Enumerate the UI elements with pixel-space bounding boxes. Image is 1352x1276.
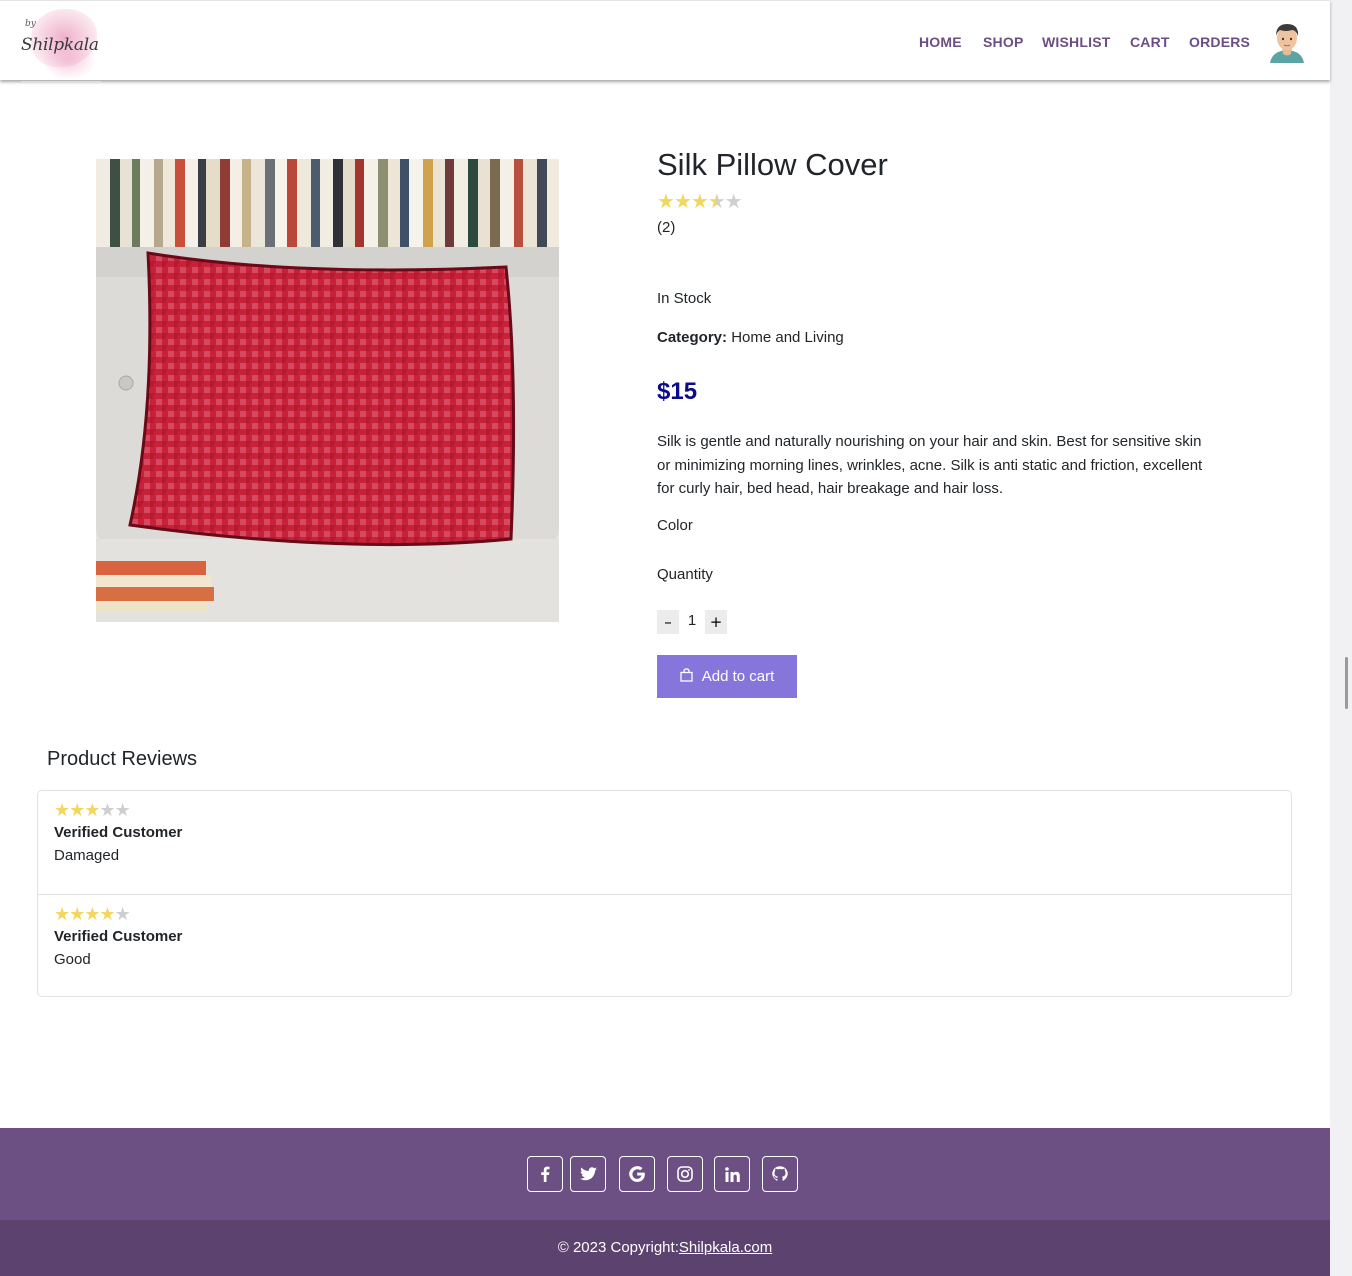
review-item: ★★★★★ Verified Customer Damaged <box>38 791 1291 894</box>
navbar: by Shilpkala HOME SHOP WISHLIST CART ORD… <box>0 0 1330 82</box>
footer-social-bar <box>0 1128 1330 1220</box>
review-item: ★★★★★ Verified Customer Good <box>38 894 1291 997</box>
star-icon: ★ <box>69 800 85 820</box>
star-icon: ★ <box>657 191 675 213</box>
rating-count: (2) <box>657 219 676 236</box>
category-value: Home and Living <box>731 329 844 346</box>
color-label: Color <box>657 517 693 534</box>
brand-logo[interactable]: by Shilpkala <box>21 5 101 82</box>
review-author: Verified Customer <box>54 824 183 841</box>
empty-star-icon: ★ <box>99 800 115 820</box>
product-description: Silk is gentle and naturally nourishing … <box>657 433 1203 497</box>
product-title: Silk Pillow Cover <box>657 147 888 182</box>
reviews-heading: Product Reviews <box>47 748 198 770</box>
page-scrollbar[interactable] <box>1330 0 1352 1276</box>
quantity-increment-button[interactable]: + <box>705 610 727 634</box>
nav-shop-link[interactable]: SHOP <box>983 34 1023 50</box>
google-icon[interactable] <box>619 1156 655 1192</box>
logo-divider <box>21 81 101 82</box>
add-to-cart-label: Add to cart <box>701 668 775 685</box>
product-price: $15 <box>657 378 698 405</box>
review-rating-stars: ★★★★★ <box>54 905 1275 923</box>
linkedin-icon[interactable] <box>714 1156 750 1192</box>
star-icon: ★ <box>673 191 692 213</box>
star-icon: ★ <box>84 904 100 924</box>
star-icon: ★ <box>54 800 70 820</box>
product-category: Category: Home and Living <box>657 329 844 346</box>
quantity-label: Quantity <box>657 566 713 583</box>
empty-star-icon: ★ <box>724 191 743 213</box>
scrollbar-thumb[interactable] <box>1345 657 1348 709</box>
add-to-cart-button[interactable]: Add to cart <box>657 655 797 698</box>
nav-home-link[interactable]: HOME <box>919 34 962 50</box>
review-text: Good <box>54 951 91 968</box>
star-icon: ★ <box>69 904 85 924</box>
user-avatar-icon[interactable] <box>1268 21 1306 63</box>
facebook-icon[interactable] <box>527 1156 563 1192</box>
site-link[interactable]: Shilpkala.com <box>679 1239 772 1256</box>
stock-status: In Stock <box>657 290 712 307</box>
product-image <box>96 159 559 622</box>
copyright-text: © 2023 Copyright: <box>557 1239 679 1256</box>
nav-orders-link[interactable]: ORDERS <box>1189 34 1250 50</box>
logo-name-text: Shilpkala <box>21 35 99 55</box>
github-icon[interactable] <box>762 1156 798 1192</box>
logo-by-text: by <box>25 19 36 29</box>
instagram-icon[interactable] <box>667 1156 703 1192</box>
twitter-icon[interactable] <box>570 1156 606 1192</box>
empty-star-icon: ★ <box>114 904 131 924</box>
review-author: Verified Customer <box>54 928 183 945</box>
shopping-bag-icon <box>680 667 693 686</box>
review-rating-stars: ★★★★★ <box>54 801 1275 819</box>
quantity-value[interactable]: 1 <box>682 612 702 629</box>
half-star-icon: ★ <box>707 191 726 213</box>
star-icon: ★ <box>99 904 115 924</box>
empty-star-icon: ★ <box>114 800 131 820</box>
category-label: Category: <box>657 329 728 346</box>
star-icon: ★ <box>690 191 709 213</box>
nav-cart-link[interactable]: CART <box>1130 34 1170 50</box>
star-icon: ★ <box>84 800 100 820</box>
quantity-decrement-button[interactable]: – <box>657 610 679 634</box>
product-rating-stars: ★★★★★ <box>657 191 743 213</box>
reviews-list: ★★★★★ Verified Customer Damaged ★★★★★ Ve… <box>37 790 1292 997</box>
star-icon: ★ <box>54 904 70 924</box>
nav-wishlist-link[interactable]: WISHLIST <box>1042 34 1110 50</box>
review-text: Damaged <box>54 847 120 864</box>
footer-copyright-bar: © 2023 Copyright:Shilpkala.com <box>0 1220 1330 1276</box>
